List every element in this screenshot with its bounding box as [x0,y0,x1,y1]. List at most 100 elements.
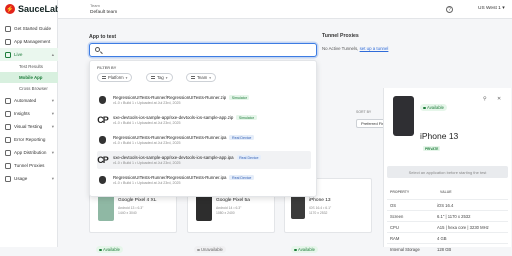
sidebar-item-visual-testing[interactable]: Visual Testing ▾ [0,120,58,133]
status-dot-icon [294,248,297,251]
spec-row: CPU A15 | hexa core | 3230 MHz [387,221,508,232]
filter-label-text: Platform [108,75,124,80]
sidebar-item-label: Automated [14,98,37,103]
device-os: Android 13 • 6.3" [118,206,144,210]
sidebar-item-get-started[interactable]: Get Started Guide [0,22,58,35]
app-search-input[interactable] [89,43,317,57]
live-icon [5,51,11,58]
sidebar-subitem-test-results[interactable]: Test Results [0,61,58,72]
detail-status-badge: Available [420,96,447,114]
sidebar-item-label: App Distribution [14,150,47,155]
spec-value: iOS 16.4 [437,202,454,208]
sidebar-item-label: Tunnel Proxies [14,163,45,168]
brand-logo[interactable]: ⚡ SauceLabs [5,4,66,14]
filter-platform[interactable]: Platform ▾ [97,73,133,82]
sidebar-item-label: Insights [14,111,30,116]
app-distribution-icon [5,149,11,156]
app-name: sxe-devtools-ios-sample-app/sxe-devtools… [113,155,234,160]
apple-icon [97,175,108,186]
usage-icon [5,175,11,182]
sidebar-item-app-distribution[interactable]: App Distribution ▾ [0,146,58,159]
app-list-item[interactable]: CP sxe-devtools-ios-sample-app/sxe-devto… [97,111,311,129]
status-label: Available [427,105,444,111]
sidebar-item-live[interactable]: Live ▴ [0,48,58,61]
tunnel-proxies-status: No Active Tunnels, set up a tunnel [322,46,388,51]
sidebar-subitem-cross-browser[interactable]: Cross Browser [0,83,58,94]
chevron-down-icon: ▾ [125,75,128,80]
spec-row: RAM 4 GB [387,232,508,243]
pin-icon[interactable]: ⚲ [483,96,487,102]
sidebar-item-app-management[interactable]: App Management [0,35,58,48]
sidebar-item-insights[interactable]: Insights ▾ [0,107,58,120]
spec-value: 4 GB [437,235,447,241]
tunnel-proxies-text: No Active Tunnels, [322,46,360,51]
app-list-item[interactable]: CP sxe-devtools-ios-sample-app/sxe-devto… [97,151,311,169]
region-selector[interactable]: US West 1 ▾ [478,6,505,11]
device-name: iPhone 13 [309,198,331,203]
guide-icon [5,25,11,32]
sort-label: SORT BY [356,110,372,114]
filter-lines-icon [151,76,155,79]
chevron-down-icon: ▾ [51,97,54,103]
sidebar-item-label: Get Started Guide [14,26,52,31]
team-selector[interactable]: Default team [90,10,117,15]
team-label: Team [90,3,100,8]
sidebar-item-label: Visual Testing [14,124,43,129]
filter-label: FILTER BY [97,66,117,70]
status-dot-icon [197,248,200,251]
status-label: Unavailable [201,247,223,253]
visual-testing-icon [5,123,11,130]
app-name: RegressionUITests-Runner/RegressionUITes… [113,95,227,100]
spec-value: A15 | hexa core | 3230 MHz [437,224,489,230]
help-icon[interactable]: ? [446,6,453,13]
status-dot-icon [99,248,102,251]
chevron-down-icon: ▾ [51,123,54,129]
app-management-icon [5,38,11,45]
sidebar-item-tunnel-proxies[interactable]: Tunnel Proxies [0,159,58,172]
spec-value: 128 GB [437,246,452,252]
app-meta: v1.0 • Build 1 • Uploaded at Jul 23rd, 2… [113,121,181,125]
app-type-badge: Real Device [236,155,261,160]
filter-team[interactable]: Team ▾ [186,73,217,82]
tunnel-proxies-title: Tunnel Proxies [322,33,359,39]
sidebar-subitem-mobile-app[interactable]: Mobile App [0,72,58,83]
spec-row: OS iOS 16.4 [387,199,508,210]
status-dot-icon [423,106,426,109]
device-os: iOS 16.4 • 6.1" [309,206,332,210]
filter-lines-icon [102,76,106,79]
sidebar-item-usage[interactable]: Usage ▾ [0,172,58,185]
device-status-badge: Available [291,238,318,256]
automated-icon [5,97,11,104]
filter-tag[interactable]: Tag ▾ [146,73,173,82]
spec-key: RAM [390,235,400,241]
device-status-badge: Available [96,238,123,256]
sidebar-item-error-reporting[interactable]: Error Reporting [0,133,58,146]
spec-value: 6.1" | 1170 x 2532 [437,213,471,219]
sidebar-item-automated[interactable]: Automated ▾ [0,94,58,107]
tunnel-proxies-panel: Tunnel Proxies No Active Tunnels, set up… [322,33,512,88]
search-icon [95,47,100,52]
app-meta: v1.0 • Build 1 • Uploaded at Jul 23rd, 2… [113,141,181,145]
close-icon[interactable]: ✕ [497,96,501,102]
chevron-down-icon: ▾ [502,6,505,11]
setup-tunnel-link[interactable]: set up a tunnel [360,46,389,51]
top-bar: Team Default team ? US West 1 ▾ [58,0,512,19]
app-list-item[interactable]: RegressionUITests-Runner/RegressionUITes… [97,131,311,149]
chevron-down-icon: ▾ [51,175,54,181]
start-test-button[interactable]: Select an application before starting th… [387,166,508,178]
sidebar-item-label: Live [14,52,23,57]
app-name: sxe-devtools-ios-sample-app/sxe-devtools… [113,115,234,120]
chevron-down-icon: ▾ [51,149,54,155]
device-resolution: 1440 x 3040 [118,211,137,215]
app-list-item[interactable]: RegressionUITests-Runner/RegressionUITes… [97,171,311,189]
chevron-down-icon: ▾ [51,110,54,116]
app-type-badge: Real Device [229,135,254,140]
cp-icon: CP [97,155,109,165]
app-type-badge: Real Device [229,175,254,180]
spec-row: Internal Storage 128 GB [387,243,508,254]
chevron-down-icon: ▾ [165,75,168,80]
spec-key: OS [390,202,397,208]
app-list-item[interactable]: RegressionUITests-Runner/RegressionUITes… [97,91,311,109]
device-os: Android 14 • 6.3" [216,206,242,210]
spec-header-value: VALUE [440,190,452,194]
